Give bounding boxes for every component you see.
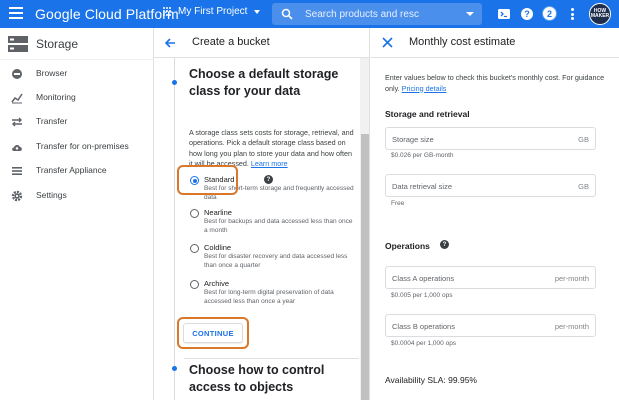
option-label: Coldline xyxy=(204,243,232,252)
left-navigation: Storage Browser Monitoring Transfer Tran… xyxy=(0,28,154,400)
option-description: Best for backups and data accessed less … xyxy=(204,218,353,234)
sidebar-item-label: Monitoring xyxy=(36,92,76,102)
highlight-box-standard xyxy=(177,165,238,195)
data-retrieval-input[interactable] xyxy=(386,175,595,196)
panel-title: Monthly cost estimate xyxy=(409,36,516,48)
pricing-details-link[interactable]: Pricing details xyxy=(402,84,447,93)
class-a-operations-input[interactable] xyxy=(386,267,595,288)
sidebar-item-label: Browser xyxy=(36,68,68,78)
operations-heading: Operations xyxy=(385,241,430,251)
project-name: My First Project xyxy=(178,6,248,17)
list-icon xyxy=(12,167,22,175)
storage-size-input[interactable] xyxy=(386,128,595,149)
section-title-line1: Choose a default storage xyxy=(189,67,339,81)
field-help: $0.0004 per 1,000 ops xyxy=(391,340,457,347)
sidebar-item-label: Transfer Appliance xyxy=(36,165,107,175)
availability-sla: Availability SLA: 99.95% xyxy=(385,375,477,385)
cost-estimate-header: Monthly cost estimate xyxy=(371,28,619,58)
project-dots-icon xyxy=(163,6,173,17)
storage-icon xyxy=(8,36,28,52)
more-options-icon[interactable] xyxy=(571,8,575,20)
chart-icon xyxy=(11,93,23,104)
option-label: Nearline xyxy=(204,208,232,217)
radio-coldline[interactable] xyxy=(190,244,199,253)
create-bucket-panel: Create a bucket Choose a default storage… xyxy=(154,28,370,400)
field-help: $0.026 per GB-month xyxy=(391,152,454,159)
top-app-bar: Google Cloud Platform My First Project S… xyxy=(0,0,619,28)
field-help: $0.005 per 1,000 ops xyxy=(391,292,453,299)
project-selector[interactable]: My First Project xyxy=(163,6,261,17)
help-icon[interactable]: ? xyxy=(264,175,273,184)
create-bucket-header: Create a bucket xyxy=(154,28,369,58)
app-title[interactable]: Google Cloud Platform xyxy=(35,6,179,22)
field-help: Free xyxy=(391,200,405,207)
section-description: A storage class sets costs for storage, … xyxy=(189,128,357,169)
nav-title: Storage xyxy=(36,37,79,51)
learn-more-link[interactable]: Learn more xyxy=(251,159,288,168)
chevron-down-icon xyxy=(254,9,261,14)
sidebar-item-transfer[interactable]: Transfer xyxy=(0,110,154,134)
class-b-operations-field[interactable]: Class B operations per-month xyxy=(385,314,596,337)
next-section-title-line2[interactable]: access to objects xyxy=(189,379,293,395)
sidebar-item-settings[interactable]: Settings xyxy=(0,184,154,208)
page-title: Create a bucket xyxy=(192,36,270,48)
stepper-dot-next xyxy=(172,366,177,371)
sidebar-item-label: Transfer for on-premises xyxy=(36,141,129,151)
stepper-dot-active xyxy=(172,80,177,85)
cloud-shell-icon[interactable] xyxy=(497,7,511,21)
close-icon[interactable] xyxy=(382,37,393,48)
transfer-arrows-icon xyxy=(12,117,22,127)
scrollbar-thumb[interactable] xyxy=(361,134,369,400)
option-description: Best for long-term digital preservation … xyxy=(204,289,334,305)
search-bar[interactable]: Search products and resc xyxy=(272,3,482,25)
option-label: Archive xyxy=(204,279,230,288)
cloud-upload-icon xyxy=(12,144,22,151)
sidebar-item-transfer-on-premises[interactable]: Transfer for on-premises xyxy=(0,135,154,159)
cost-intro: Enter values below to check this bucket'… xyxy=(385,73,607,94)
sidebar-item-label: Settings xyxy=(36,190,67,200)
highlight-box-continue xyxy=(177,317,249,349)
cost-estimate-panel: Monthly cost estimate Enter values below… xyxy=(371,28,619,400)
storage-retrieval-heading: Storage and retrieval xyxy=(385,109,470,119)
class-a-operations-field[interactable]: Class A operations per-month xyxy=(385,266,596,289)
notifications-badge[interactable]: 2 xyxy=(542,6,557,21)
avatar[interactable]: HOW MAKER xyxy=(589,3,611,25)
search-dropdown-icon[interactable] xyxy=(466,12,474,16)
next-section-title-line1[interactable]: Choose how to control xyxy=(189,362,324,378)
search-icon xyxy=(281,8,293,20)
storage-size-field[interactable]: Storage size GB xyxy=(385,127,596,150)
class-b-operations-input[interactable] xyxy=(386,315,595,336)
stepper-line xyxy=(174,58,175,400)
sidebar-item-monitoring[interactable]: Monitoring xyxy=(0,86,154,110)
sidebar-item-transfer-appliance[interactable]: Transfer Appliance xyxy=(0,159,154,183)
back-arrow-icon[interactable] xyxy=(164,37,176,49)
storage-bucket-icon xyxy=(12,69,22,79)
svg-text:?: ? xyxy=(524,9,530,19)
nav-header: Storage xyxy=(0,28,154,60)
section-divider xyxy=(184,358,359,359)
search-input[interactable]: Search products and resc xyxy=(305,9,466,20)
sidebar-item-label: Transfer xyxy=(36,116,68,126)
sidebar-item-browser[interactable]: Browser xyxy=(0,62,154,86)
gear-icon xyxy=(11,190,23,202)
hamburger-menu-icon[interactable] xyxy=(9,7,23,21)
radio-archive[interactable] xyxy=(190,280,199,289)
radio-nearline[interactable] xyxy=(190,209,199,218)
help-icon[interactable]: ? xyxy=(520,7,534,21)
option-description: Best for disaster recovery and data acce… xyxy=(204,253,348,269)
data-retrieval-field[interactable]: Data retrieval size GB xyxy=(385,174,596,197)
section-title-line2: class for your data xyxy=(189,84,301,98)
help-icon[interactable]: ? xyxy=(440,240,449,249)
